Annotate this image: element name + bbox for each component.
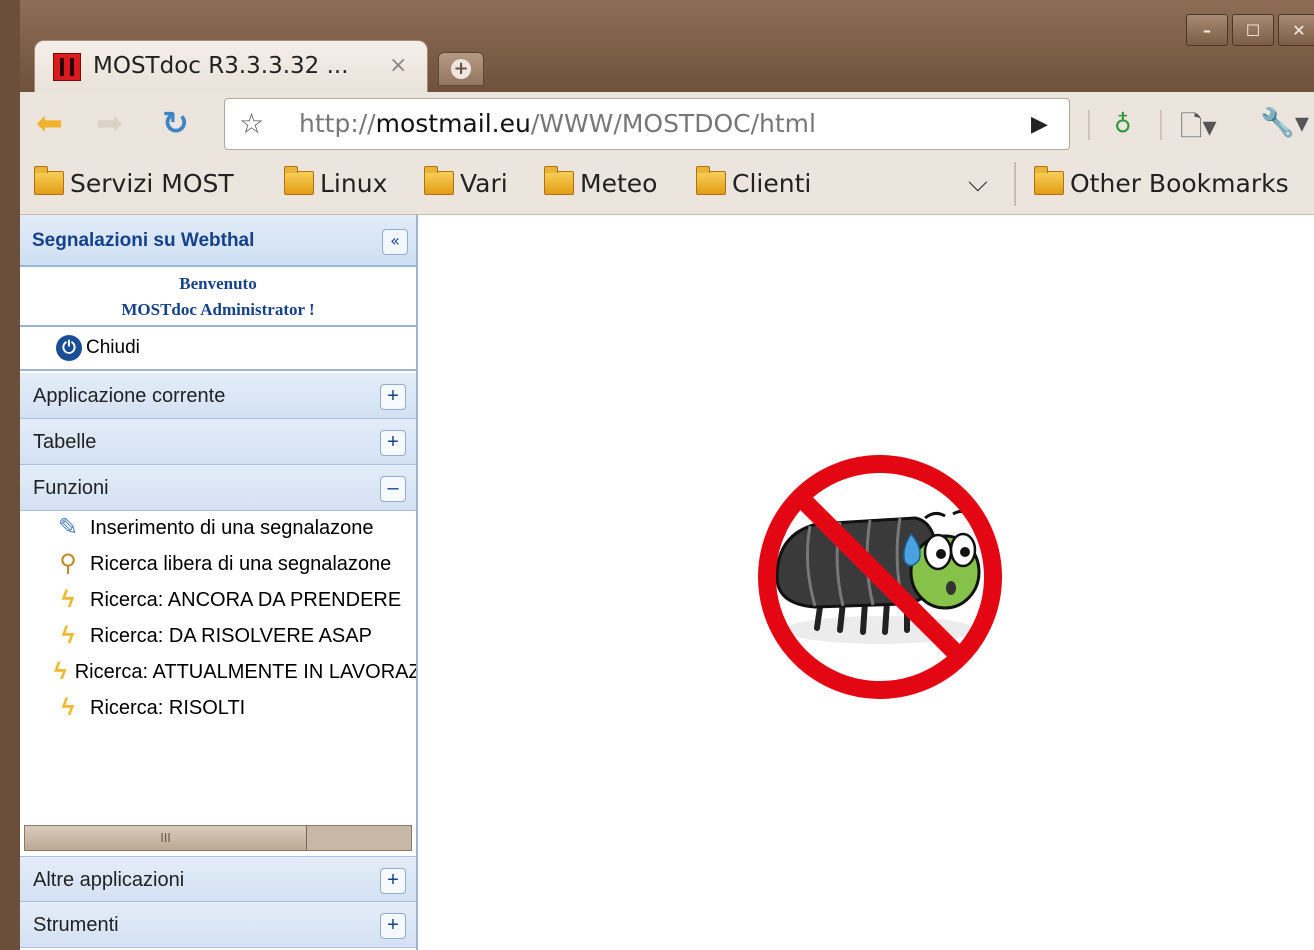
go-icon[interactable]: ▶: [1031, 112, 1048, 137]
wrench-menu-icon[interactable]: 🔧▾: [1260, 106, 1309, 139]
horizontal-scrollbar[interactable]: III: [24, 825, 412, 851]
edit-icon: ✎: [57, 514, 79, 541]
expand-icon[interactable]: +: [380, 868, 406, 894]
address-bar[interactable]: ☆ http://mostmail.eu/WWW/MOSTDOC/html ▶: [224, 98, 1070, 150]
lightning-icon: ϟ: [61, 622, 75, 649]
tab-close-icon[interactable]: ×: [389, 53, 407, 78]
window-controls: – ☐ ✕: [1186, 14, 1314, 46]
welcome-message: Benvenuto MOSTdoc Administrator !: [20, 267, 416, 327]
browser-window: – ☐ ✕ MOSTdoc R3.3.3.32 ... × + ⬅ ➡ ↻ ☆ …: [0, 0, 1314, 950]
no-bugs-logo: [758, 455, 1002, 699]
maximize-button[interactable]: ☐: [1232, 14, 1274, 46]
page-menu-icon[interactable]: 🗋▾: [1180, 106, 1217, 154]
section-altre-applicazioni[interactable]: Altre applicazioni +: [20, 856, 416, 902]
expand-icon[interactable]: +: [380, 384, 406, 410]
bookmarks-bar: Servizi MOST Linux Vari Meteo Clienti ⌵ …: [20, 156, 1314, 215]
new-tab-button[interactable]: +: [438, 52, 484, 86]
bookmarks-divider: [1014, 162, 1016, 206]
welcome-user: MOSTdoc Administrator !: [121, 300, 315, 319]
logout-label: Chiudi: [86, 337, 140, 358]
welcome-line: Benvenuto: [179, 274, 257, 293]
section-label: Funzioni: [33, 477, 109, 499]
mostdoc-favicon-icon: [53, 53, 81, 81]
forward-arrow-icon[interactable]: ➡: [96, 106, 123, 140]
other-bookmarks[interactable]: Other Bookmarks: [1034, 166, 1289, 200]
expand-icon[interactable]: +: [380, 430, 406, 456]
folder-icon: [1034, 166, 1064, 195]
magnifier-icon: ⚲: [59, 550, 77, 577]
expand-icon[interactable]: +: [380, 913, 406, 939]
bookmark-folder[interactable]: Servizi MOST: [34, 166, 234, 200]
lightning-icon: ϟ: [61, 694, 75, 721]
bookmark-star-icon[interactable]: ☆: [239, 107, 264, 140]
plus-icon: +: [451, 59, 471, 79]
side-panel: Segnalazioni su Webthal « Benvenuto MOST…: [20, 215, 418, 950]
panel-header: Segnalazioni su Webthal «: [20, 215, 416, 267]
section-tabelle[interactable]: Tabelle +: [20, 419, 416, 465]
function-item[interactable]: ϟ Ricerca: RISOLTI: [54, 691, 416, 725]
toolbar-divider: [1160, 110, 1162, 140]
section-label: Applicazione corrente: [33, 385, 226, 407]
function-item[interactable]: ϟRicerca: ATTUALMENTE IN LAVORAZIONE: [54, 655, 416, 689]
close-window-button[interactable]: ✕: [1278, 14, 1314, 46]
minimize-button[interactable]: –: [1186, 14, 1228, 46]
url-text[interactable]: http://mostmail.eu/WWW/MOSTDOC/html: [299, 109, 816, 138]
bookmark-folder[interactable]: Meteo: [544, 166, 657, 200]
folder-icon: [424, 166, 454, 195]
section-label: Tabelle: [33, 431, 97, 453]
collapse-panel-icon[interactable]: «: [382, 229, 408, 255]
back-arrow-icon[interactable]: ⬅: [36, 106, 63, 140]
navigation-toolbar: ⬅ ➡ ↻ ☆ http://mostmail.eu/WWW/MOSTDOC/h…: [20, 92, 1314, 156]
lightning-icon: ϟ: [54, 658, 67, 685]
browser-tab[interactable]: MOSTdoc R3.3.3.32 ... ×: [34, 40, 428, 93]
window-left-edge: [0, 0, 20, 950]
function-item[interactable]: ϟ Ricerca: DA RISOLVERE ASAP: [54, 619, 416, 653]
power-icon: ⏻: [56, 335, 82, 361]
scrollbar-thumb[interactable]: III: [25, 826, 307, 850]
bookmark-folder[interactable]: Linux: [284, 166, 387, 200]
section-label: Strumenti: [33, 914, 119, 936]
function-item[interactable]: ⚲ Ricerca libera di una segnalazone: [54, 547, 416, 581]
panel-title: Segnalazioni su Webthal: [32, 230, 255, 251]
function-item[interactable]: ✎ Inserimento di una segnalazone: [54, 511, 416, 545]
extension-icon[interactable]: ♁: [1114, 110, 1132, 138]
section-applicazione-corrente[interactable]: Applicazione corrente +: [20, 373, 416, 419]
collapse-icon[interactable]: –: [380, 476, 406, 502]
lightning-icon: ϟ: [61, 586, 75, 613]
folder-icon: [284, 166, 314, 195]
section-funzioni[interactable]: Funzioni –: [20, 465, 416, 511]
toolbar-divider: [1088, 110, 1090, 140]
tab-title: MOSTdoc R3.3.3.32 ...: [93, 53, 349, 79]
folder-icon: [696, 166, 726, 195]
folder-icon: [544, 166, 574, 195]
bookmark-folder[interactable]: Vari: [424, 166, 508, 200]
section-strumenti[interactable]: Strumenti +: [20, 902, 416, 948]
section-label: Altre applicazioni: [33, 869, 185, 891]
reload-icon[interactable]: ↻: [162, 106, 189, 140]
bookmark-folder[interactable]: Clienti: [696, 166, 811, 200]
function-item[interactable]: ϟ Ricerca: ANCORA DA PRENDERE: [54, 583, 416, 617]
logout-link[interactable]: ⏻ Chiudi: [20, 327, 416, 371]
bookmarks-overflow-chevron-icon[interactable]: ⌵: [968, 168, 988, 199]
folder-icon: [34, 166, 64, 195]
